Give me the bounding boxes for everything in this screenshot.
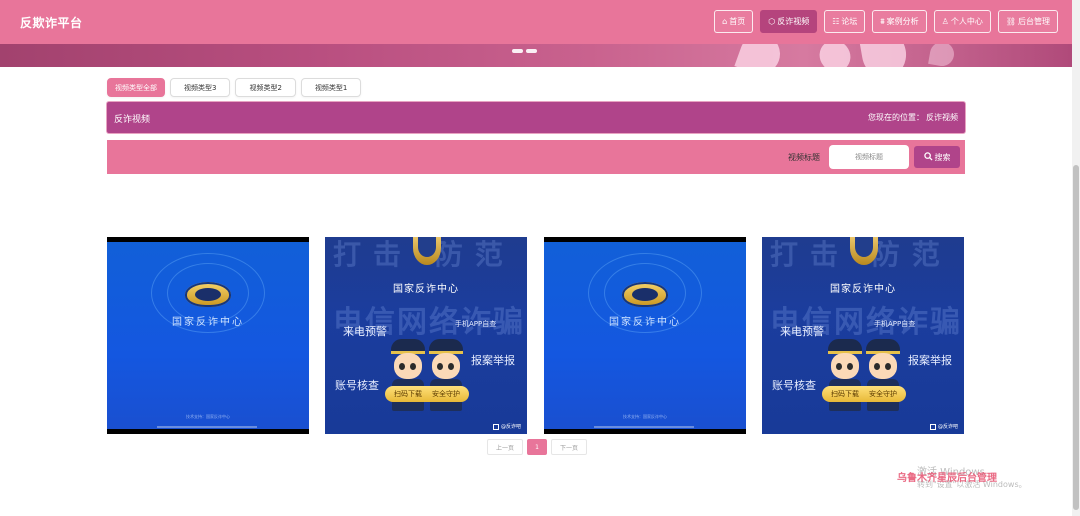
banner-flower <box>928 44 956 67</box>
main-nav: ⌂ 首页 ⬡ 反诈视频 ☷ 论坛 ⩩ 案例分析 ♙ 个人中心 ⛓ 后台管理 <box>714 10 1058 33</box>
location-indicator: 您现在的位置： 反诈视频 <box>868 112 958 123</box>
banner-flower <box>813 44 857 67</box>
video-grid: 国家反诈中心 技术支持：国家反诈中心 打击 防范 电信网络诈骗 国家反诈中心 来… <box>107 237 965 434</box>
next-page-button[interactable]: 下一页 <box>551 439 587 455</box>
thumb-label: 来电预警 <box>343 325 387 338</box>
video-card[interactable]: 国家反诈中心 技术支持：国家反诈中心 <box>107 237 309 434</box>
thumb-label: 账号核查 <box>335 379 379 392</box>
banner-carousel <box>0 44 1072 67</box>
search-icon <box>923 151 933 163</box>
page: 反欺诈平台 ⌂ 首页 ⬡ 反诈视频 ☷ 论坛 ⩩ 案例分析 ♙ 个人中心 ⛓ 后… <box>0 0 1080 516</box>
thumb-sign: 扫码下载 安全守护 <box>822 386 906 402</box>
nav-home-label: 首页 <box>729 17 746 26</box>
search-input[interactable] <box>829 145 909 169</box>
brand-tag: @反诈吧 <box>929 423 958 430</box>
page-title: 反诈视频 <box>114 115 151 125</box>
search-bar: 视频标题 搜索 <box>107 140 965 174</box>
nav-videos-label: 反诈视频 <box>777 17 810 26</box>
top-header: 反欺诈平台 ⌂ 首页 ⬡ 反诈视频 ☷ 论坛 ⩩ 案例分析 ♙ 个人中心 ⛓ 后… <box>0 0 1072 44</box>
nav-profile-label: 个人中心 <box>950 17 983 26</box>
banner-flower <box>734 44 786 67</box>
thumb-label: 手机APP自查 <box>455 320 497 328</box>
scrollbar-thumb[interactable] <box>1073 165 1079 510</box>
letterbox-top <box>107 237 309 242</box>
nav-forum[interactable]: ☷ 论坛 <box>824 10 866 33</box>
nav-cases[interactable]: ⩩ 案例分析 <box>872 10 927 33</box>
progress-line <box>157 426 257 428</box>
video-card[interactable]: 打击 防范 电信网络诈骗 国家反诈中心 来电预警 手机APP自查 报案举报 账号… <box>762 237 964 434</box>
video-thumb-small-text: 技术支持：国家反诈中心 <box>186 414 230 419</box>
brand-text: @反诈吧 <box>937 424 958 430</box>
thumb-label: 手机APP自查 <box>874 320 916 328</box>
brand-tag: @反诈吧 <box>492 423 521 430</box>
pagination: 上一页 1 下一页 <box>487 439 587 455</box>
letterbox-bottom <box>107 429 309 434</box>
progress-line <box>594 426 694 428</box>
video-thumb-text: 国家反诈中心 <box>609 317 681 328</box>
video-icon: ⬡ <box>768 16 776 26</box>
search-button-label: 搜索 <box>934 152 951 162</box>
tab-type-3[interactable]: 视频类型3 <box>170 78 231 97</box>
thumb-label: 来电预警 <box>780 325 824 338</box>
nav-admin-label: 后台管理 <box>1018 17 1050 26</box>
sign-right: 安全守护 <box>869 390 897 398</box>
carousel-dots <box>512 49 537 53</box>
banner-flower <box>858 44 910 67</box>
thumb-label: 账号核查 <box>772 379 816 392</box>
thumb-label: 报案举报 <box>908 354 952 367</box>
nav-profile[interactable]: ♙ 个人中心 <box>933 10 991 33</box>
thumb-sign: 扫码下载 安全守护 <box>385 386 469 402</box>
tab-type-all[interactable]: 视频类型全部 <box>107 78 165 97</box>
prev-page-button[interactable]: 上一页 <box>487 439 523 455</box>
thumb-label: 报案举报 <box>471 354 515 367</box>
tab-type-1[interactable]: 视频类型1 <box>300 78 362 97</box>
nav-cases-label: 案例分析 <box>886 17 919 26</box>
user-icon: ♙ <box>941 16 949 26</box>
page-scrollbar[interactable] <box>1072 0 1080 516</box>
video-thumb-text: 国家反诈中心 <box>172 317 244 328</box>
analysis-icon: ⩩ <box>880 16 885 26</box>
police-emblem-icon <box>185 282 231 307</box>
nav-videos[interactable]: ⬡ 反诈视频 <box>760 10 818 33</box>
nav-admin[interactable]: ⛓ 后台管理 <box>997 10 1058 33</box>
windows-activation-watermark: 激活 Windows 转到"设置"以激活 Windows。 乌鲁木齐星辰后台管理 <box>897 463 1047 493</box>
letterbox-top <box>544 237 746 242</box>
site-title: 反欺诈平台 <box>20 16 83 30</box>
tab-type-2[interactable]: 视频类型2 <box>235 78 296 97</box>
video-card[interactable]: 打击 防范 电信网络诈骗 国家反诈中心 来电预警 手机APP自查 报案举报 账号… <box>325 237 527 434</box>
search-label: 视频标题 <box>788 153 820 162</box>
video-thumb-title: 国家反诈中心 <box>830 284 896 295</box>
video-card[interactable]: 国家反诈中心 技术支持：国家反诈中心 <box>544 237 746 434</box>
letterbox-bottom <box>544 429 746 434</box>
video-thumb-small-text: 技术支持：国家反诈中心 <box>623 414 667 419</box>
sign-left: 扫码下载 <box>831 390 859 398</box>
brand-logo-icon <box>929 423 936 430</box>
police-emblem-icon <box>622 282 668 307</box>
location-current[interactable]: 反诈视频 <box>926 112 958 123</box>
nav-forum-label: 论坛 <box>841 17 858 26</box>
overlay-brand-text: 乌鲁木齐星辰后台管理 <box>897 473 997 484</box>
home-icon: ⌂ <box>722 16 728 26</box>
sign-right: 安全守护 <box>432 390 460 398</box>
video-type-tabs: 视频类型全部 视频类型3 视频类型2 视频类型1 <box>107 78 362 97</box>
sign-left: 扫码下载 <box>394 390 422 398</box>
page-number-current[interactable]: 1 <box>527 439 547 455</box>
search-button[interactable]: 搜索 <box>914 146 960 168</box>
carousel-dot[interactable] <box>526 49 537 53</box>
video-thumb-title: 国家反诈中心 <box>393 284 459 295</box>
brand-logo-icon <box>492 423 499 430</box>
forum-icon: ☷ <box>832 16 840 26</box>
breadcrumb: 反诈视频 您现在的位置： 反诈视频 <box>107 102 965 133</box>
link-icon: ⛓ <box>1005 16 1016 26</box>
nav-home[interactable]: ⌂ 首页 <box>714 10 754 33</box>
brand-text: @反诈吧 <box>500 424 521 430</box>
location-prefix: 您现在的位置： <box>868 113 924 122</box>
carousel-dot[interactable] <box>512 49 523 53</box>
